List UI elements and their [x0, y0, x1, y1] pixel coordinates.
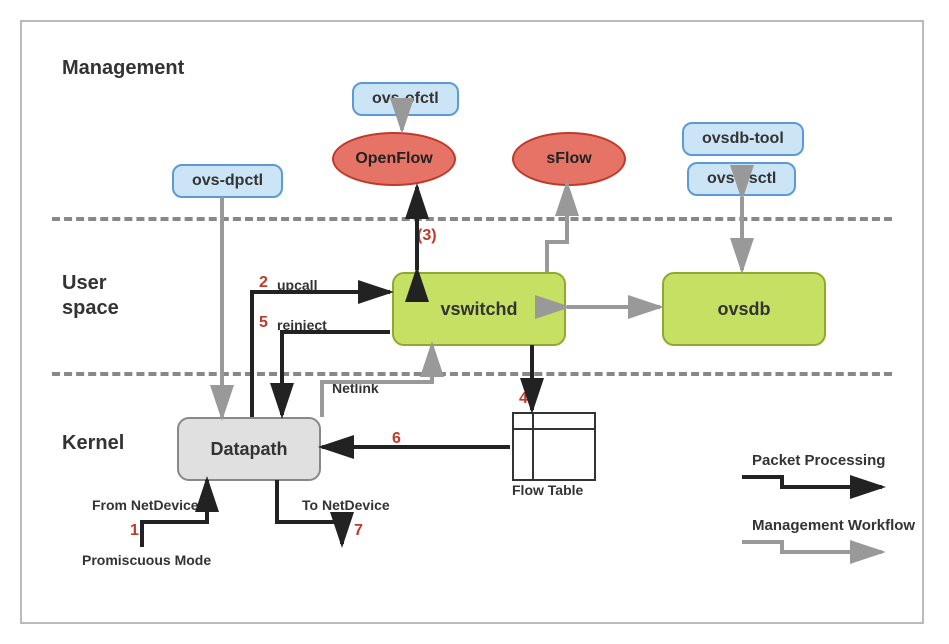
reinject-label: reinject: [277, 317, 327, 333]
diagram-container: Management User space Kernel ovs-dpctl o…: [20, 20, 924, 624]
legend-mgmt-label: Management Workflow: [752, 517, 915, 534]
ovs-dpctl-box: ovs-dpctl: [172, 164, 283, 198]
to-netdevice-label: To NetDevice: [302, 497, 390, 513]
sflow-ellipse: sFlow: [512, 132, 626, 186]
num-4: 4: [519, 390, 528, 408]
ovsdb-tool-box: ovsdb-tool: [682, 122, 804, 156]
separator-user-kernel: [52, 372, 892, 376]
datapath-box: Datapath: [177, 417, 321, 481]
ovs-ofctl-box: ovs-ofctl: [352, 82, 459, 116]
userspace-label-1: User: [62, 272, 106, 295]
kernel-label: Kernel: [62, 432, 124, 455]
num-1: 1: [130, 522, 139, 540]
openflow-ellipse: OpenFlow: [332, 132, 456, 186]
flow-table-label: Flow Table: [512, 482, 583, 498]
ovsdb-box: ovsdb: [662, 272, 826, 346]
num-3: (3): [417, 227, 437, 245]
userspace-label-2: space: [62, 297, 119, 320]
management-label: Management: [62, 57, 184, 80]
num-7: 7: [354, 522, 363, 540]
num-2: 2: [259, 274, 268, 292]
vswitchd-box: vswitchd: [392, 272, 566, 346]
promiscuous-label: Promiscuous Mode: [82, 552, 211, 568]
ovs-vsctl-box: ovs-vsctl: [687, 162, 796, 196]
legend-packet-label: Packet Processing: [752, 452, 885, 469]
num-5: 5: [259, 314, 268, 332]
flow-table-box: [512, 412, 596, 481]
separator-mgmt-user: [52, 217, 892, 221]
netlink-label: Netlink: [332, 380, 379, 396]
upcall-label: upcall: [277, 277, 317, 293]
from-netdevice-label: From NetDevice: [92, 497, 199, 513]
num-6: 6: [392, 430, 401, 448]
